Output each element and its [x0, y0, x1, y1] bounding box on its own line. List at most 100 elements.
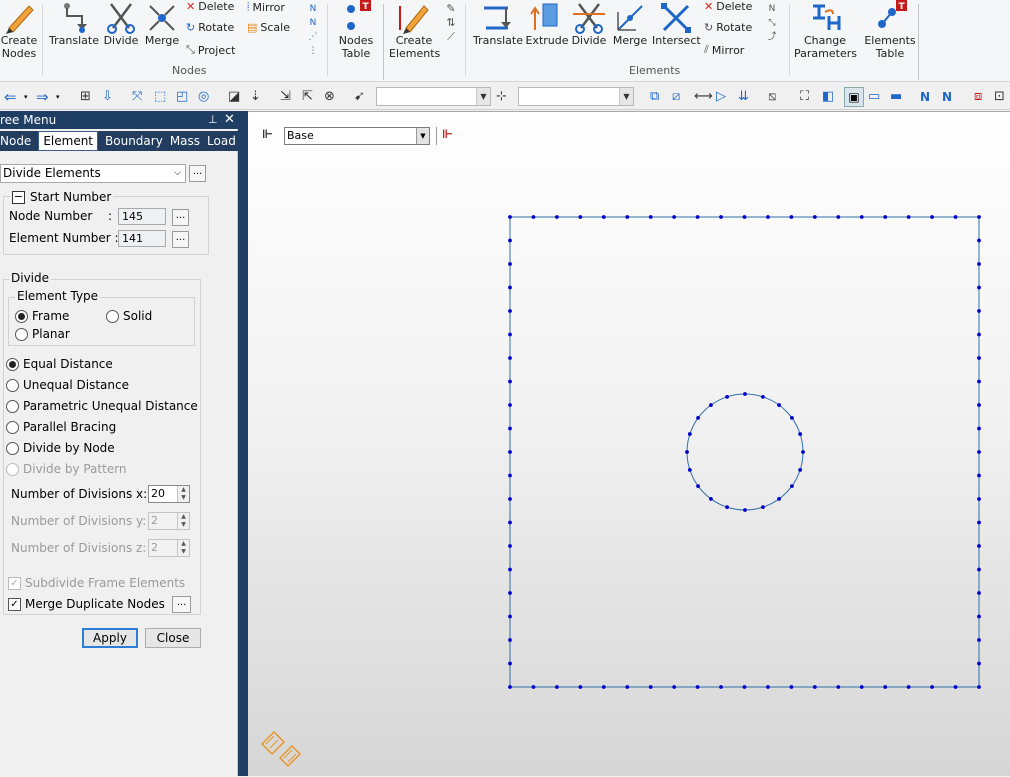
model-node[interactable] [790, 416, 794, 420]
model-node[interactable] [789, 215, 794, 219]
model-node[interactable] [508, 661, 512, 666]
display-option-icon[interactable]: ▬ [890, 88, 908, 106]
model-node[interactable] [508, 426, 512, 431]
model-node[interactable] [801, 450, 805, 454]
model-node[interactable] [766, 215, 770, 219]
model-node[interactable] [555, 215, 559, 219]
model-node[interactable] [977, 497, 981, 501]
model-node[interactable] [508, 262, 512, 266]
select-polygon-icon[interactable]: ⬚ [154, 88, 172, 106]
scale-nodes-button[interactable]: ▤ Scale [247, 21, 290, 34]
method-unequal-radio[interactable]: Unequal Distance [6, 378, 129, 392]
redo-icon[interactable]: ⇒ [36, 88, 54, 106]
mirror-elements-button[interactable]: ⫽ Mirror [704, 43, 744, 57]
model-node[interactable] [977, 473, 981, 478]
model-node[interactable] [508, 238, 512, 243]
model-node[interactable] [977, 379, 981, 384]
model-node[interactable] [625, 685, 630, 689]
model-node[interactable] [508, 309, 512, 313]
type-planar-radio[interactable]: Planar [15, 327, 70, 341]
close-button[interactable]: Close [145, 628, 201, 648]
model-node[interactable] [953, 215, 958, 219]
model-node[interactable] [836, 215, 841, 219]
nodes-table-button[interactable]: T Nodes Table [333, 0, 379, 60]
selection-filter-combo[interactable]: ▼ [376, 87, 491, 106]
create-nodes-button[interactable]: Create Nodes [0, 0, 38, 60]
node-number-field[interactable]: 145 [118, 208, 166, 225]
delete-nodes-button[interactable]: ✕ Delete [186, 0, 234, 13]
model-node[interactable] [709, 403, 713, 407]
model-node[interactable] [977, 262, 981, 266]
element-numbering-icon[interactable]: Ν [764, 2, 780, 16]
divide-elements-button[interactable]: Divide [570, 0, 608, 47]
translate-elements-button[interactable]: Translate [472, 0, 524, 47]
square-frame[interactable] [509, 216, 980, 688]
node-renumber-icon[interactable]: Ν [305, 16, 321, 30]
method-bracing-radio[interactable]: Parallel Bracing [6, 420, 116, 434]
model-node[interactable] [508, 591, 512, 595]
divide-nodes-button[interactable]: Divide [101, 0, 141, 47]
model-node[interactable] [977, 450, 981, 454]
view-front-icon[interactable]: ◧ [822, 88, 840, 106]
zoom-fit-icon[interactable]: ⛶ [800, 88, 818, 106]
merge-duplicate-checkbox[interactable]: ✓ Merge Duplicate Nodes [8, 597, 165, 611]
model-node[interactable] [719, 215, 723, 219]
model-node[interactable] [508, 450, 512, 454]
model-node[interactable] [812, 685, 817, 689]
snap-icon[interactable]: ⇩ [102, 88, 120, 106]
method-parametric-radio[interactable]: Parametric Unequal Distance [6, 399, 198, 413]
model-node[interactable] [977, 332, 981, 337]
model-node[interactable] [777, 403, 781, 407]
model-view[interactable]: ⊩ Base ▼ ⊩ [248, 111, 1010, 776]
model-node[interactable] [906, 215, 911, 219]
model-node[interactable] [508, 285, 512, 290]
translate-nodes-button[interactable]: Translate [48, 0, 100, 47]
model-node[interactable] [508, 215, 512, 219]
model-node[interactable] [930, 685, 934, 689]
node-number-button[interactable]: ... [172, 209, 189, 226]
activate-icon[interactable]: ⧉ [650, 88, 668, 106]
change-parameters-button[interactable]: Change Parameters [794, 0, 857, 60]
select-all-icon[interactable]: ◪ [228, 88, 246, 106]
model-node[interactable] [906, 685, 911, 689]
model-node[interactable] [687, 468, 692, 472]
model-node[interactable] [508, 638, 512, 642]
model-node[interactable] [798, 468, 803, 472]
model-node[interactable] [508, 379, 512, 384]
element-edit-icon[interactable]: ✎ [443, 2, 459, 16]
model-node[interactable] [859, 215, 864, 219]
model-node[interactable] [883, 215, 888, 219]
unselect-all-icon[interactable]: ⊗ [324, 88, 342, 106]
type-solid-radio[interactable]: Solid [106, 309, 152, 323]
model-canvas[interactable] [248, 112, 1010, 777]
tab-boundary[interactable]: Boundary [105, 131, 170, 151]
grid-icon[interactable]: ⊞ [80, 88, 98, 106]
model-node[interactable] [508, 614, 512, 619]
type-frame-radio[interactable]: Frame [15, 309, 69, 323]
model-node[interactable] [695, 215, 700, 219]
node-small-tools[interactable]: Ν Ν ⋰ ⋮ [305, 2, 321, 58]
model-node[interactable] [977, 567, 981, 572]
element-sort-icon[interactable]: ⤴ [764, 30, 780, 44]
model-node[interactable] [695, 685, 700, 689]
model-node[interactable] [508, 544, 512, 548]
model-node[interactable] [696, 416, 700, 420]
model-node[interactable] [508, 332, 512, 337]
model-node[interactable] [836, 685, 841, 689]
model-node[interactable] [709, 497, 713, 501]
model-node[interactable] [742, 215, 747, 219]
display-icon[interactable]: ▭ [868, 88, 886, 106]
elements-table-button[interactable]: T Elements Table [860, 0, 920, 60]
model-node[interactable] [555, 685, 559, 689]
model-node[interactable] [743, 392, 747, 396]
merge-elements-button[interactable]: Merge [610, 0, 650, 47]
model-node[interactable] [812, 215, 817, 219]
inverse-icon[interactable]: ▷ [716, 88, 734, 106]
model-node[interactable] [648, 215, 653, 219]
pin-icon[interactable]: ⊥ [208, 111, 218, 129]
node-sort-icon[interactable]: ⋮ [305, 44, 321, 58]
model-node[interactable] [696, 484, 700, 488]
panel-splitter[interactable] [238, 111, 248, 776]
model-node[interactable] [977, 638, 981, 642]
node-numbering-icon[interactable]: Ν [305, 2, 321, 16]
